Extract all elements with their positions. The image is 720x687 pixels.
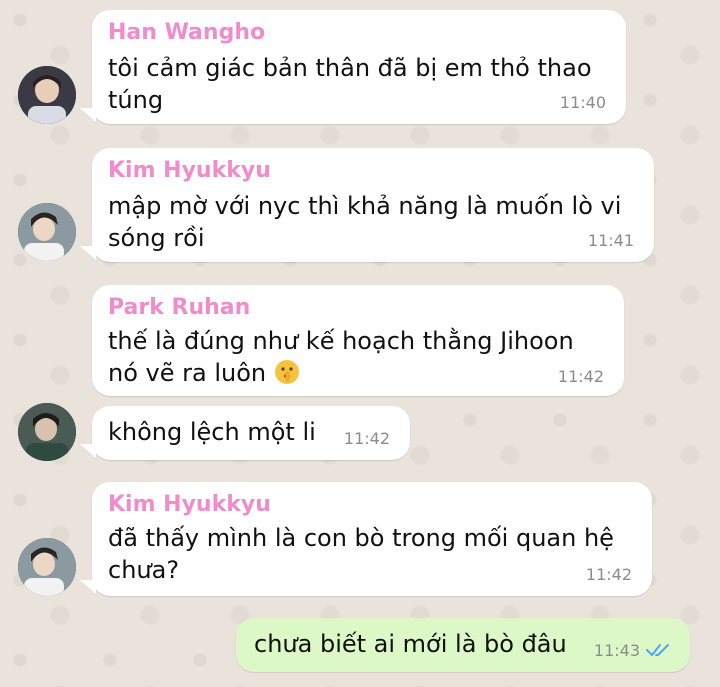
message-bubble-4[interactable]: không lệch một li 11:42 [80, 406, 410, 460]
avatar-kim-hyukkyu[interactable] [18, 538, 76, 596]
bubble-tail [80, 246, 96, 260]
sender-name[interactable]: Han Wangho [108, 20, 265, 45]
avatar-han-wangho[interactable] [18, 66, 76, 124]
bubble-tail [80, 580, 96, 594]
message-text-line2: chưa? [108, 556, 180, 584]
sender-name[interactable]: Kim Hyukkyu [108, 158, 271, 183]
message-time: 11:42 [343, 429, 390, 448]
message-time: 11:43 [593, 641, 640, 660]
message-text-line2: nó vẽ ra luôn [108, 357, 300, 393]
message-time: 11:42 [585, 565, 632, 584]
message-bubble-3[interactable]: Park Ruhan thế là đúng như kế hoạch thằn… [92, 285, 624, 396]
bubble-tail [80, 108, 96, 122]
read-receipt-double-check-icon [646, 644, 669, 656]
message-text-line1: đã thấy mình là con bò trong mối quan hệ [108, 524, 614, 552]
avatar-park-ruhan[interactable] [18, 403, 76, 461]
message-time: 11:41 [587, 231, 634, 250]
message-time: 11:40 [559, 93, 606, 112]
avatar-kim-hyukkyu[interactable] [18, 203, 76, 261]
message-text: chưa biết ai mới là bò đâu [254, 630, 567, 658]
message-text-line2-text: nó vẽ ra luôn [108, 359, 267, 387]
bubble-tail [80, 444, 96, 458]
message-text-line1: thế là đúng như kế hoạch thằng Jihoon [108, 327, 574, 355]
message-bubble-5[interactable]: Kim Hyukkyu đã thấy mình là con bò trong… [80, 482, 652, 596]
message-text-line2: sóng rồi [108, 224, 205, 252]
message-bubble-2[interactable]: Kim Hyukkyu mập mờ với nyc thì khả năng … [80, 148, 654, 262]
message-text-line1: mập mờ với nyc thì khả năng là muốn lò v… [108, 192, 622, 220]
message-bubble-outgoing[interactable]: chưa biết ai mới là bò đâu 11:43 [236, 618, 690, 672]
message-time: 11:42 [557, 367, 604, 386]
message-text-line1: tôi cảm giác bản thân đã bị em thỏ thao [108, 54, 592, 82]
sender-name[interactable]: Kim Hyukkyu [108, 492, 271, 517]
message-text-line2: túng [108, 86, 164, 114]
sender-name[interactable]: Park Ruhan [108, 295, 250, 320]
message-text: không lệch một li [108, 418, 316, 446]
shushing-face-icon [274, 359, 300, 393]
message-bubble-1[interactable]: Han Wangho tôi cảm giác bản thân đã bị e… [80, 10, 626, 124]
